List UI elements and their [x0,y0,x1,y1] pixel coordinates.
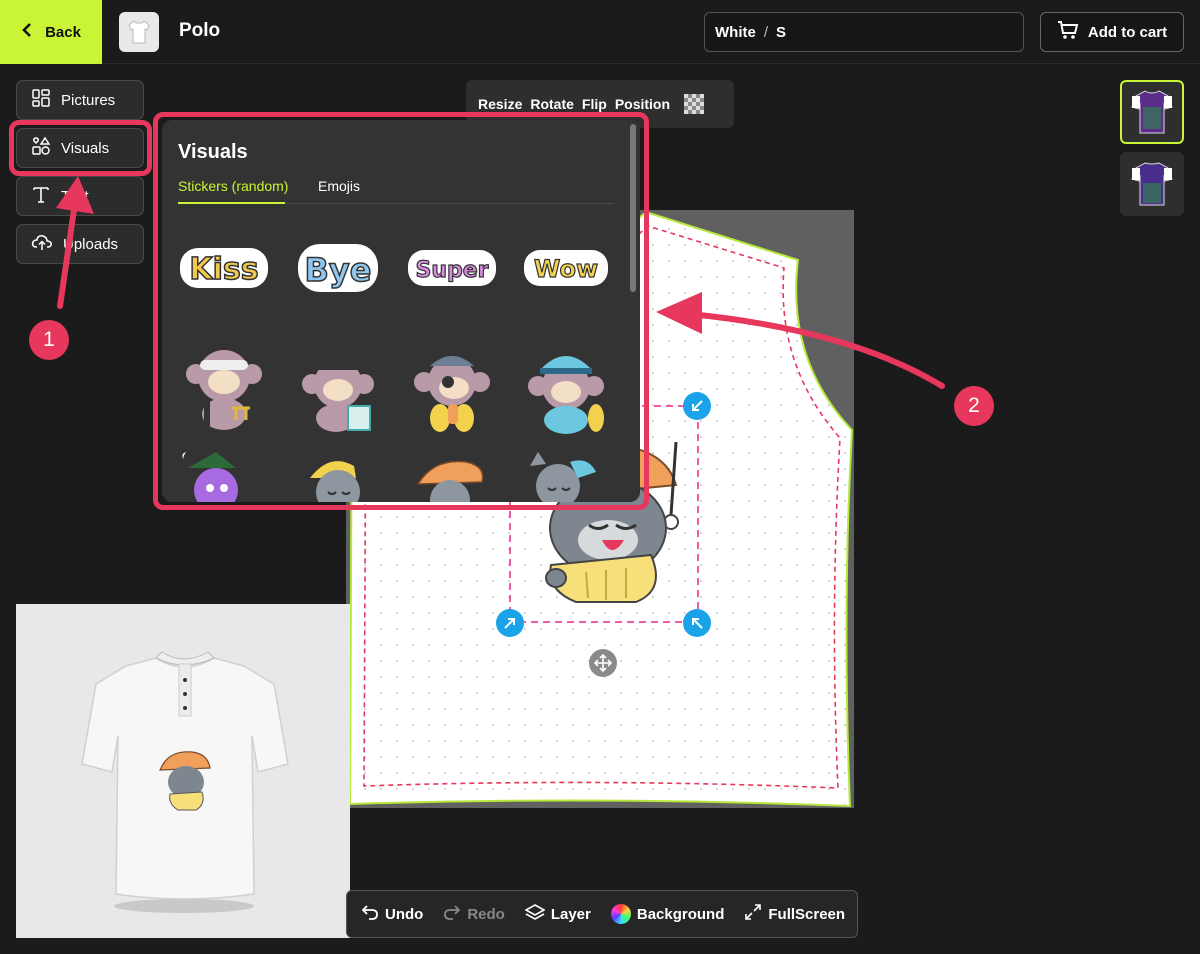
sticker-super[interactable]: Super [404,220,500,316]
annotation-badge-1: 1 [29,320,69,360]
sticker-witch[interactable] [176,448,272,502]
tool-label: Text [61,187,89,205]
sticker-monkey-detective[interactable] [404,338,500,434]
visuals-panel-title: Visuals [178,141,248,163]
view-thumbnail-front[interactable] [1120,80,1184,144]
cart-icon [1057,20,1079,44]
position-button[interactable]: Position [615,96,670,112]
sticker-monkey-tophat[interactable] [290,338,386,434]
svg-text:Kiss: Kiss [189,252,258,287]
undo-icon [361,904,379,924]
back-button[interactable]: Back [0,0,102,64]
tool-label: Visuals [61,139,110,157]
sticker-monkey-judge[interactable] [176,338,272,434]
product-preview [16,604,350,938]
fullscreen-label: FullScreen [768,905,846,923]
undo-label: Undo [385,905,424,923]
fullscreen-button[interactable]: FullScreen [744,903,845,925]
sticker-cat-blue-cap[interactable] [518,448,614,502]
sticker-cat-cap[interactable] [290,448,386,502]
chevron-left-icon [21,22,33,42]
resize-handle-bottom-right[interactable] [683,609,711,637]
layer-button[interactable]: Layer [524,903,591,925]
add-to-cart-button[interactable]: Add to cart [1040,12,1184,52]
layer-label: Layer [550,905,591,923]
resize-handle-top-right[interactable] [683,392,711,420]
tab-stickers[interactable]: Stickers (random) [178,178,288,194]
svg-text:Wow: Wow [534,255,598,283]
redo-button[interactable]: Redo [443,904,505,924]
variant-separator: / [763,23,768,41]
move-handle[interactable] [589,649,617,677]
active-tab-indicator [178,202,285,204]
sticker-wow[interactable]: Wow [518,220,614,316]
transparency-icon[interactable] [684,94,705,114]
background-button[interactable]: Background [610,904,725,924]
sticker-monkey-police[interactable] [518,338,614,434]
redo-icon [443,904,461,924]
shapes-icon [31,136,51,160]
tool-pictures-button[interactable]: Pictures [16,80,144,120]
view-thumbnail-back[interactable] [1120,152,1184,216]
expand-icon [744,903,762,925]
resize-button[interactable]: Resize [478,96,522,112]
undo-button[interactable]: Undo [361,904,423,924]
grid-icon [31,88,51,112]
visuals-panel: Visuals Stickers (random) Emojis Kiss By… [162,120,640,502]
layers-icon [524,903,546,925]
svg-text:Bye: Bye [305,251,372,289]
product-thumbnail [119,12,159,52]
svg-text:Super: Super [415,258,488,283]
variant-color: White [715,23,756,41]
rotate-button[interactable]: Rotate [530,96,574,112]
tab-emojis[interactable]: Emojis [318,178,360,194]
tool-visuals-button[interactable]: Visuals [16,128,144,168]
background-label: Background [636,905,725,923]
sticker-bye[interactable]: Bye [290,220,386,316]
variant-select[interactable]: White / S [704,12,1024,52]
tool-label: Uploads [63,235,119,253]
bottom-toolbar: Undo Redo Layer Background FullScreen [346,890,858,938]
panel-scrollbar[interactable] [630,124,636,292]
tool-text-button[interactable]: Text [16,176,144,216]
text-icon [31,184,51,208]
annotation-badge-2: 2 [954,386,994,426]
sticker-kiss[interactable]: Kiss [176,220,272,316]
color-wheel-icon [610,904,631,924]
product-name: Polo [179,20,221,41]
visuals-tabs: Stickers (random) Emojis [178,176,614,204]
back-label: Back [45,23,81,41]
cloud-upload-icon [31,232,53,256]
tool-label: Pictures [61,91,116,109]
flip-button[interactable]: Flip [582,96,607,112]
add-to-cart-label: Add to cart [1087,23,1168,41]
resize-handle-bottom-left[interactable] [496,609,524,637]
redo-label: Redo [467,905,505,923]
top-bar: Back Polo White / S Add to cart [0,0,1200,64]
sticker-cat-cowboy[interactable] [404,448,500,502]
variant-size: S [776,23,787,41]
tool-uploads-button[interactable]: Uploads [16,224,144,264]
